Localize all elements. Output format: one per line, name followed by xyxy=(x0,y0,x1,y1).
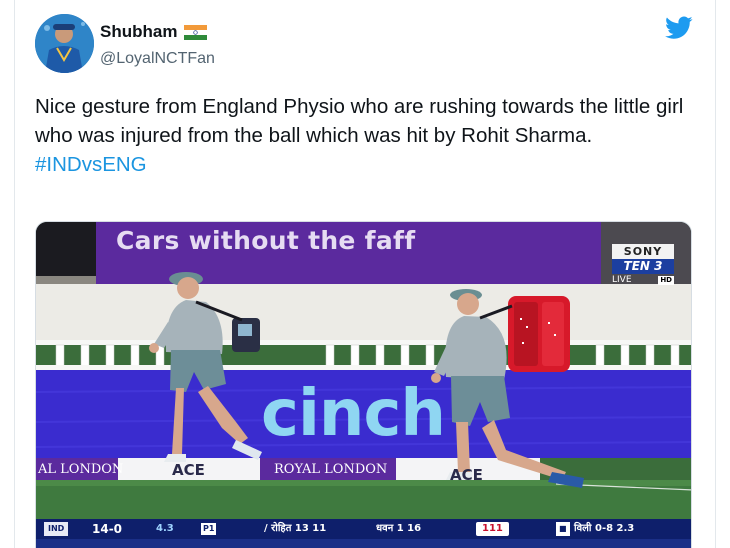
scoreboard: IND 14-0 4.3 P1 / रोहित 13 11 धवन 1 16 1… xyxy=(36,519,691,539)
network-label: SONY xyxy=(612,244,674,259)
board-ace-2: ACE xyxy=(450,466,483,484)
stadium-banner: Cars without the faff xyxy=(116,226,416,255)
user-avatar[interactable] xyxy=(35,14,94,73)
live-label: LIVE HD xyxy=(612,274,674,287)
tweet-card: Shubham @LoyalNCTFan Nice gesture from E… xyxy=(14,0,716,548)
batter-2: धवन 1 16 xyxy=(376,523,422,534)
tweet-media[interactable]: Cars without the faff cinch AL LONDON AC… xyxy=(35,221,692,548)
tweet-text: Nice gesture from England Physio who are… xyxy=(35,92,695,179)
batter-1: / रोहित 13 11 xyxy=(264,523,327,534)
england-flag-icon: ■ xyxy=(556,522,570,536)
display-name[interactable]: Shubham xyxy=(100,22,177,42)
user-handle[interactable]: @LoyalNCTFan xyxy=(100,49,215,69)
hd-badge: HD xyxy=(658,276,674,285)
india-flag-icon xyxy=(184,25,207,40)
board-left: AL LONDON xyxy=(38,462,124,477)
sponsor-board: cinch xyxy=(261,377,446,451)
broadcaster-logo: SONY TEN 3 LIVE HD xyxy=(612,244,674,302)
twitter-bird-icon[interactable] xyxy=(665,16,693,40)
bowler-stats: विली 0-8 2.3 xyxy=(574,523,635,534)
team-score: 14-0 xyxy=(92,522,123,536)
board-ace-1: ACE xyxy=(172,461,205,479)
powerplay-badge: P1 xyxy=(201,523,217,535)
ball-speed: 111 xyxy=(476,522,509,536)
tweet-body: Nice gesture from England Physio who are… xyxy=(35,95,684,147)
board-middle: ROYAL LONDON xyxy=(274,462,388,477)
team-badge: IND xyxy=(44,522,69,536)
scoreboard-strip xyxy=(36,539,691,548)
channel-label: TEN 3 xyxy=(612,259,674,274)
hashtag-link[interactable]: #INDvsENG xyxy=(35,150,695,179)
avatar-photo xyxy=(35,14,94,73)
overs: 4.3 xyxy=(156,523,174,534)
live-text: LIVE xyxy=(612,275,632,285)
